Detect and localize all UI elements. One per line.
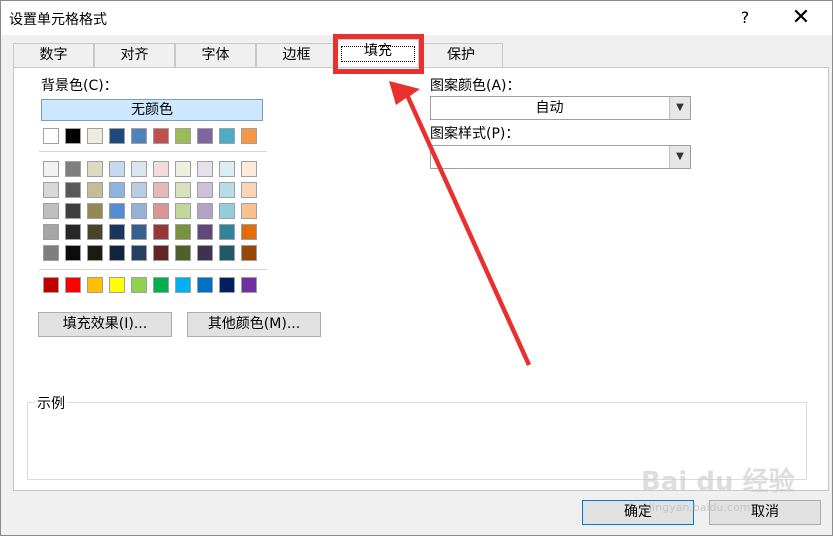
arrow-icon [389,81,531,366]
format-cells-dialog: 设置单元格格式 ? ✕ 数字 对齐 字体 边框 填充 保护 背景色(C)： 无颜… [0,0,833,536]
annotation-arrow [389,81,531,366]
